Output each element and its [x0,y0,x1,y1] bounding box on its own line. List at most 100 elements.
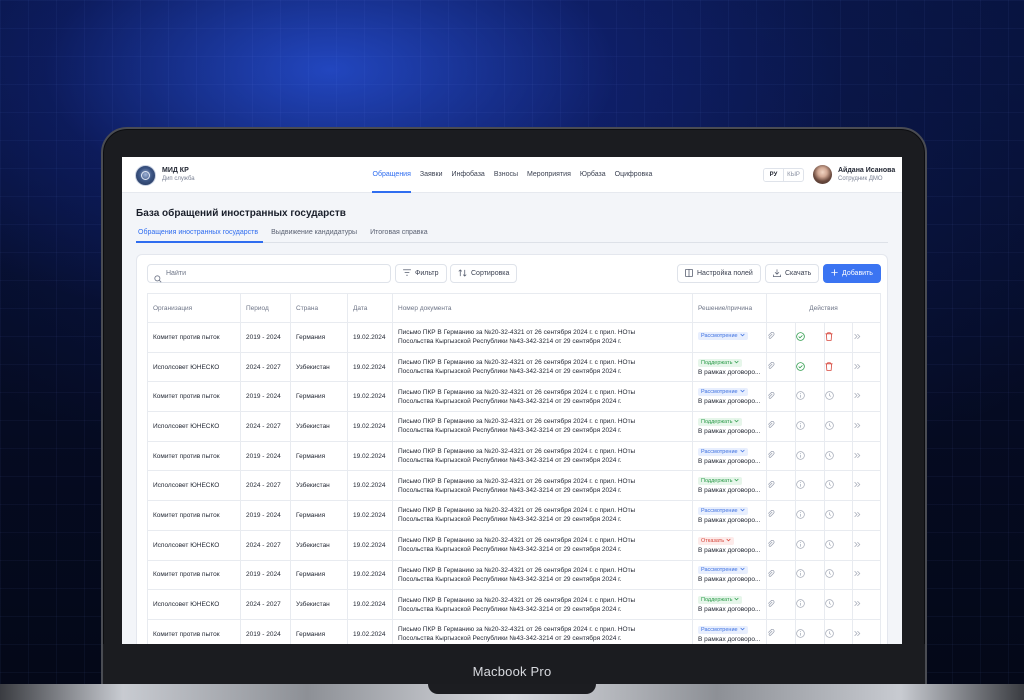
paperclip-icon[interactable] [768,510,776,520]
status-badge[interactable]: Рассмотрение [698,332,748,341]
paperclip-icon[interactable] [768,451,776,461]
info-icon[interactable] [796,599,806,610]
clock-icon[interactable] [825,391,835,402]
table-row[interactable]: Исполсовет ЮНЕСКО 2024 - 2027 Узбекистан 19… [147,470,882,502]
double-chevron-right-icon[interactable] [854,541,861,550]
document-line-2: Посольства Кыргызской Республики №43-342… [398,605,622,613]
col-decision[interactable]: Решение/причина [692,293,767,323]
nav-item-1[interactable]: Заявки [415,157,447,193]
clock-icon[interactable] [825,599,835,610]
table-row[interactable]: Исполсовет ЮНЕСКО 2024 - 2027 Узбекистан 19… [147,411,882,442]
info-icon[interactable] [796,628,806,640]
table-row[interactable]: Комитет против пыток 2019 - 2024 Германия 1… [147,618,882,644]
table-row[interactable]: Комитет против пыток 2019 - 2024 Германия 1… [147,381,882,413]
info-icon[interactable] [796,480,806,491]
double-chevron-right-icon[interactable] [854,600,861,609]
add-button[interactable]: Добавить [823,264,881,283]
double-chevron-right-icon[interactable] [854,481,861,490]
double-chevron-right-icon[interactable] [854,363,861,372]
nav-item-4[interactable]: Мероприятия [523,157,576,193]
filter-button[interactable]: Фильтр [395,264,447,283]
status-badge[interactable]: Рассмотрение [698,625,748,634]
col-period[interactable]: Период [240,293,291,323]
clock-icon[interactable] [825,480,835,491]
check-circle-icon[interactable] [796,332,806,343]
status-badge[interactable]: Рассмотрение [698,506,748,515]
paperclip-icon[interactable] [768,361,776,372]
paperclip-icon[interactable] [768,629,776,639]
info-icon[interactable] [796,450,806,462]
document-line-1: Письмо ПКР В Германию за №20-32-4321 от … [398,418,636,426]
double-chevron-right-icon[interactable] [854,570,861,579]
paperclip-icon[interactable] [768,569,776,580]
table-row[interactable]: Исполсовет ЮНЕСКО 2024 - 2027 Узбекистан 19… [147,589,882,620]
lang-option-1[interactable]: КЫР [784,169,803,181]
search-input[interactable] [166,267,386,280]
double-chevron-right-icon[interactable] [854,630,861,639]
status-badge[interactable]: Рассмотрение [698,566,748,575]
status-badge[interactable]: Поддержать [698,596,743,605]
search-box[interactable] [147,264,391,283]
field-settings-button[interactable]: Настройка полей [677,264,761,283]
logo-emblem[interactable] [135,165,156,186]
nav-item-6[interactable]: Оцифровка [610,157,657,193]
lang-option-0[interactable]: РУ [764,169,784,181]
check-circle-icon[interactable] [796,361,806,373]
table-row[interactable]: Исполсовет ЮНЕСКО 2024 - 2027 Узбекистан 19… [147,351,882,383]
table-row[interactable]: Комитет против пыток 2019 - 2024 Германия 1… [147,559,882,591]
clock-icon[interactable] [825,569,835,580]
double-chevron-right-icon[interactable] [854,333,861,342]
table-row[interactable]: Комитет против пыток 2019 - 2024 Германия 1… [147,500,882,531]
table-row[interactable]: Комитет против пыток 2019 - 2024 Германия 1… [147,440,882,472]
status-badge[interactable]: Рассмотрение [698,388,748,397]
col-country[interactable]: Страна [290,293,348,323]
nav-item-2[interactable]: Инфобаза [447,157,489,193]
paperclip-icon[interactable] [768,332,776,342]
paperclip-icon[interactable] [768,599,776,610]
col-document-number[interactable]: Номер документа [392,293,693,323]
tab-1[interactable]: Выдвижение кандидатуры [269,224,362,243]
double-chevron-right-icon[interactable] [854,511,861,520]
clock-icon[interactable] [825,539,835,551]
nav-item-5[interactable]: Юрбаза [575,157,610,193]
nav-item-3[interactable]: Взносы [489,157,522,193]
clock-icon[interactable] [825,510,835,521]
info-icon[interactable] [796,510,806,521]
clock-icon[interactable] [825,450,835,462]
status-badge[interactable]: Поддержать [698,477,743,486]
avatar[interactable] [813,165,832,184]
double-chevron-right-icon[interactable] [854,392,861,401]
clock-icon[interactable] [825,628,835,640]
status-badge[interactable]: Поддержать [698,358,743,367]
tab-2[interactable]: Итоговая справка [368,224,433,243]
status-badge[interactable]: Поддержать [698,417,743,426]
trash-icon[interactable] [825,332,834,343]
cell-period: 2019 - 2024 [240,322,291,353]
cell-more [851,351,882,383]
info-icon[interactable] [796,539,806,551]
sort-button-label: Сортировка [471,270,510,277]
table-row[interactable]: Исполсовет ЮНЕСКО 2024 - 2027 Узбекистан 19… [147,529,882,561]
status-badge[interactable]: Отказать [698,536,735,545]
status-badge[interactable]: Рассмотрение [698,447,748,456]
table-row[interactable]: Комитет против пыток 2019 - 2024 Германия 1… [147,322,882,353]
paperclip-icon[interactable] [768,480,776,491]
cell-document-number: Письмо ПКР В Германию за №20-32-4321 от … [392,470,693,502]
col-organization[interactable]: Организация [147,293,241,323]
paperclip-icon[interactable] [768,540,776,550]
paperclip-icon[interactable] [768,391,776,402]
cell-decision: Рассмотрение В рамках договоро... [692,559,767,591]
trash-icon[interactable] [825,361,834,373]
clock-icon[interactable] [825,421,835,432]
double-chevron-right-icon[interactable] [854,422,861,431]
info-icon[interactable] [796,569,806,580]
info-icon[interactable] [796,421,806,432]
download-button[interactable]: Скачать [765,264,820,283]
info-icon[interactable] [796,391,806,402]
col-date[interactable]: Дата [347,293,393,323]
sort-button[interactable]: Сортировка [450,264,518,283]
paperclip-icon[interactable] [768,421,776,431]
double-chevron-right-icon[interactable] [854,452,861,461]
tab-0[interactable]: Обращения иностранных государств [136,224,264,243]
nav-item-0[interactable]: Обращения [368,157,415,193]
